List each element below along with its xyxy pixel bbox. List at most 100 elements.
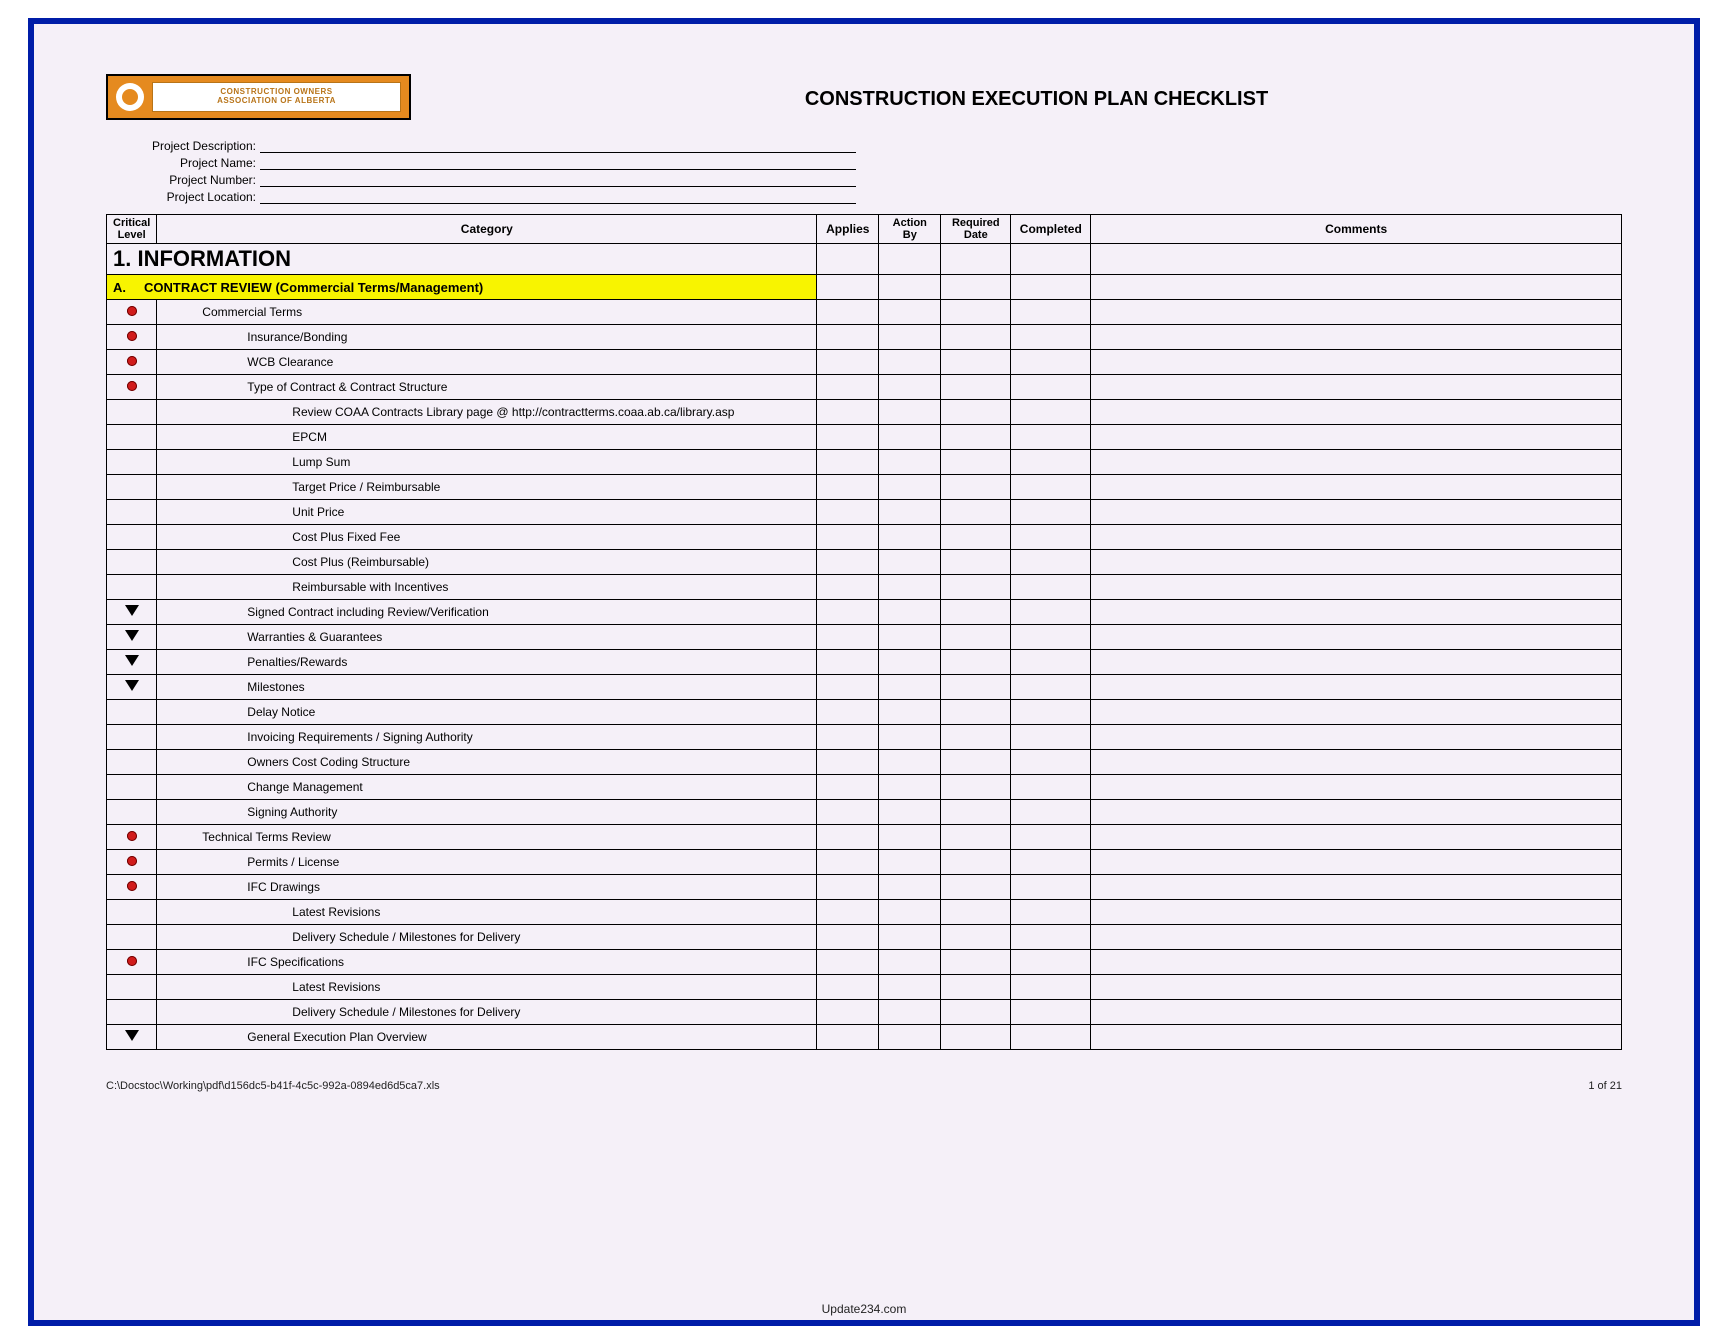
blank-cell[interactable]: [879, 325, 941, 350]
blank-cell[interactable]: [879, 350, 941, 375]
blank-cell[interactable]: [879, 800, 941, 825]
blank-cell[interactable]: [817, 450, 879, 475]
blank-cell[interactable]: [941, 244, 1011, 275]
blank-cell[interactable]: [1091, 950, 1622, 975]
blank-cell[interactable]: [1091, 500, 1622, 525]
blank-cell[interactable]: [817, 625, 879, 650]
blank-cell[interactable]: [1091, 900, 1622, 925]
blank-cell[interactable]: [879, 700, 941, 725]
blank-cell[interactable]: [1091, 575, 1622, 600]
blank-cell[interactable]: [817, 675, 879, 700]
blank-cell[interactable]: [817, 425, 879, 450]
blank-cell[interactable]: [1011, 575, 1091, 600]
blank-cell[interactable]: [879, 875, 941, 900]
blank-cell[interactable]: [941, 950, 1011, 975]
blank-cell[interactable]: [1011, 500, 1091, 525]
blank-cell[interactable]: [941, 800, 1011, 825]
blank-cell[interactable]: [817, 575, 879, 600]
blank-cell[interactable]: [879, 475, 941, 500]
blank-cell[interactable]: [879, 775, 941, 800]
blank-cell[interactable]: [1011, 950, 1091, 975]
field-line[interactable]: [260, 155, 856, 170]
blank-cell[interactable]: [1091, 700, 1622, 725]
blank-cell[interactable]: [817, 350, 879, 375]
blank-cell[interactable]: [1091, 650, 1622, 675]
blank-cell[interactable]: [1091, 425, 1622, 450]
blank-cell[interactable]: [817, 650, 879, 675]
blank-cell[interactable]: [817, 800, 879, 825]
blank-cell[interactable]: [879, 675, 941, 700]
blank-cell[interactable]: [1091, 975, 1622, 1000]
blank-cell[interactable]: [941, 275, 1011, 300]
blank-cell[interactable]: [1011, 275, 1091, 300]
blank-cell[interactable]: [941, 925, 1011, 950]
blank-cell[interactable]: [941, 825, 1011, 850]
blank-cell[interactable]: [1011, 625, 1091, 650]
blank-cell[interactable]: [1091, 675, 1622, 700]
blank-cell[interactable]: [1091, 925, 1622, 950]
blank-cell[interactable]: [1091, 475, 1622, 500]
blank-cell[interactable]: [941, 300, 1011, 325]
blank-cell[interactable]: [1091, 300, 1622, 325]
blank-cell[interactable]: [1011, 600, 1091, 625]
blank-cell[interactable]: [817, 325, 879, 350]
blank-cell[interactable]: [817, 525, 879, 550]
blank-cell[interactable]: [941, 975, 1011, 1000]
blank-cell[interactable]: [817, 750, 879, 775]
blank-cell[interactable]: [817, 875, 879, 900]
blank-cell[interactable]: [1091, 875, 1622, 900]
blank-cell[interactable]: [879, 575, 941, 600]
blank-cell[interactable]: [941, 450, 1011, 475]
blank-cell[interactable]: [817, 1000, 879, 1025]
field-line[interactable]: [260, 138, 856, 153]
blank-cell[interactable]: [941, 550, 1011, 575]
blank-cell[interactable]: [817, 900, 879, 925]
blank-cell[interactable]: [1011, 450, 1091, 475]
blank-cell[interactable]: [1091, 450, 1622, 475]
blank-cell[interactable]: [817, 275, 879, 300]
field-line[interactable]: [260, 172, 856, 187]
blank-cell[interactable]: [1091, 350, 1622, 375]
blank-cell[interactable]: [817, 550, 879, 575]
blank-cell[interactable]: [817, 375, 879, 400]
blank-cell[interactable]: [817, 1025, 879, 1050]
blank-cell[interactable]: [1011, 525, 1091, 550]
blank-cell[interactable]: [1011, 925, 1091, 950]
blank-cell[interactable]: [817, 400, 879, 425]
blank-cell[interactable]: [941, 725, 1011, 750]
blank-cell[interactable]: [879, 625, 941, 650]
blank-cell[interactable]: [879, 925, 941, 950]
blank-cell[interactable]: [941, 700, 1011, 725]
field-line[interactable]: [260, 189, 856, 204]
blank-cell[interactable]: [1091, 775, 1622, 800]
blank-cell[interactable]: [1011, 750, 1091, 775]
blank-cell[interactable]: [941, 425, 1011, 450]
blank-cell[interactable]: [1011, 875, 1091, 900]
blank-cell[interactable]: [879, 725, 941, 750]
blank-cell[interactable]: [941, 650, 1011, 675]
blank-cell[interactable]: [1091, 625, 1622, 650]
blank-cell[interactable]: [879, 275, 941, 300]
blank-cell[interactable]: [1091, 375, 1622, 400]
blank-cell[interactable]: [1091, 244, 1622, 275]
blank-cell[interactable]: [941, 1025, 1011, 1050]
blank-cell[interactable]: [817, 300, 879, 325]
blank-cell[interactable]: [879, 600, 941, 625]
blank-cell[interactable]: [817, 475, 879, 500]
blank-cell[interactable]: [1011, 475, 1091, 500]
blank-cell[interactable]: [941, 475, 1011, 500]
blank-cell[interactable]: [941, 575, 1011, 600]
blank-cell[interactable]: [1091, 750, 1622, 775]
blank-cell[interactable]: [1011, 700, 1091, 725]
blank-cell[interactable]: [1091, 275, 1622, 300]
blank-cell[interactable]: [941, 500, 1011, 525]
blank-cell[interactable]: [941, 875, 1011, 900]
blank-cell[interactable]: [1091, 850, 1622, 875]
blank-cell[interactable]: [1011, 375, 1091, 400]
blank-cell[interactable]: [1011, 800, 1091, 825]
blank-cell[interactable]: [879, 975, 941, 1000]
blank-cell[interactable]: [1011, 550, 1091, 575]
blank-cell[interactable]: [1091, 325, 1622, 350]
blank-cell[interactable]: [941, 525, 1011, 550]
blank-cell[interactable]: [817, 700, 879, 725]
